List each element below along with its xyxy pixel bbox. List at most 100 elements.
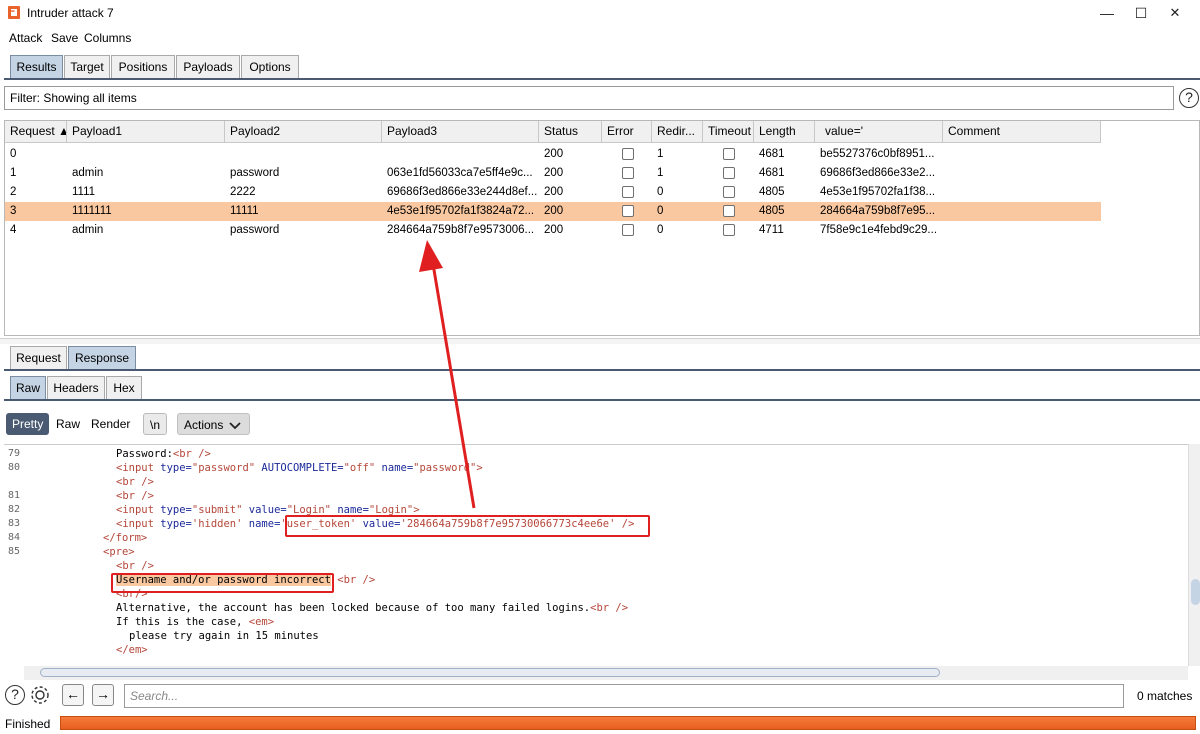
code-line: </em> (116, 644, 148, 656)
response-editor[interactable]: 79 80 81 82 83 84 85 Password:<br /> <in… (4, 444, 1188, 666)
cell-payload2: password (230, 167, 280, 179)
code-line: <br /> (116, 560, 154, 572)
previous-match-button[interactable]: ← (62, 684, 84, 706)
tab-raw[interactable]: Raw (10, 376, 46, 400)
cell-payload2 (225, 145, 230, 164)
cell-request: 2 (10, 186, 17, 198)
render-button[interactable]: Render (85, 413, 136, 435)
cell-status: 200 (544, 148, 564, 160)
actions-dropdown[interactable]: Actions (177, 413, 250, 435)
burp-logo-icon (8, 6, 20, 19)
table-row[interactable]: 0 200 1 4681 be5527376c0bf8951... (5, 145, 1101, 164)
close-button[interactable]: ✕ (1152, 0, 1198, 26)
column-header-redirects[interactable]: Redir... (652, 121, 703, 143)
cell-status: 200 (544, 205, 564, 217)
timeout-checkbox[interactable] (723, 224, 735, 236)
cell-payload3: 69686f3ed866e33e244d8ef... (387, 186, 538, 198)
timeout-checkbox[interactable] (723, 205, 735, 217)
tab-hex[interactable]: Hex (106, 376, 142, 400)
filter-bar[interactable]: Filter: Showing all items (4, 86, 1174, 110)
cell-length: 4805 (759, 186, 785, 198)
column-header-status[interactable]: Status (539, 121, 602, 143)
tab-options[interactable]: Options (241, 55, 299, 79)
column-header-comment[interactable]: Comment (943, 121, 1101, 143)
tab-request[interactable]: Request (10, 346, 67, 370)
cell-status: 200 (544, 224, 564, 236)
status-text: Finished (5, 717, 51, 731)
tab-target[interactable]: Target (64, 55, 110, 79)
line-number: 80 (8, 462, 21, 473)
gear-icon[interactable] (29, 684, 51, 706)
cell-payload1 (67, 145, 72, 164)
actions-label: Actions (184, 418, 224, 432)
tab-results[interactable]: Results (10, 55, 63, 79)
cell-payload2: 11111 (230, 205, 259, 217)
line-number: 84 (8, 532, 21, 543)
menu-save[interactable]: Save (51, 31, 78, 45)
code-line: </form> (103, 532, 148, 544)
menu-columns[interactable]: Columns (84, 31, 131, 45)
code-line: <br /> (116, 490, 154, 502)
error-checkbox[interactable] (622, 167, 634, 179)
scroll-thumb[interactable] (1191, 579, 1200, 605)
tab-headers[interactable]: Headers (47, 376, 105, 400)
progress-bar (60, 716, 1196, 730)
help-icon[interactable]: ? (1179, 88, 1199, 108)
error-checkbox[interactable] (622, 148, 634, 160)
cell-length: 4805 (759, 205, 785, 217)
tab-underline (4, 78, 1200, 80)
cell-length: 4711 (759, 224, 784, 236)
menu-attack[interactable]: Attack (9, 31, 42, 45)
results-table: Request ▲ Payload1 Payload2 Payload3 Sta… (4, 120, 1200, 336)
vertical-scrollbar[interactable] (1188, 444, 1200, 666)
error-checkbox[interactable] (622, 224, 634, 236)
scroll-thumb[interactable] (40, 668, 940, 677)
cell-payload3: 4e53e1f95702fa1f3824a72... (387, 205, 535, 217)
timeout-checkbox[interactable] (723, 148, 735, 160)
cell-redirects: 1 (657, 148, 664, 160)
cell-payload1: admin (72, 224, 104, 236)
raw-button[interactable]: Raw (50, 413, 86, 435)
line-number: 83 (8, 518, 21, 529)
table-row[interactable]: 1 admin password 063e1fd56033ca7e5ff4e9c… (5, 164, 1101, 183)
tab-payloads[interactable]: Payloads (176, 55, 240, 79)
column-header-length[interactable]: Length (754, 121, 815, 143)
chevron-down-icon (229, 422, 241, 430)
cell-value: be5527376c0bf8951... (820, 148, 935, 160)
horizontal-scrollbar[interactable] (24, 666, 1188, 680)
column-header-request[interactable]: Request ▲ (5, 121, 67, 143)
tab-response[interactable]: Response (68, 346, 136, 370)
code-line: If this is the case, <em> (116, 616, 275, 628)
code-line: please try again in 15 minutes (129, 630, 319, 642)
column-header-payload2[interactable]: Payload2 (225, 121, 382, 143)
cell-redirects: 1 (657, 167, 664, 179)
window-title: Intruder attack 7 (27, 6, 114, 20)
column-header-payload1[interactable]: Payload1 (67, 121, 225, 143)
timeout-checkbox[interactable] (723, 167, 735, 179)
newline-toggle-button[interactable]: \n (143, 413, 168, 435)
search-input[interactable]: Search... (124, 684, 1124, 708)
pane-splitter[interactable] (0, 338, 1200, 344)
column-header-payload3[interactable]: Payload3 (382, 121, 539, 143)
tab-underline (4, 369, 1200, 371)
cell-request: 4 (10, 224, 17, 236)
table-row[interactable]: 4 admin password 284664a759b8f7e9573006.… (5, 221, 1101, 240)
column-header-timeout[interactable]: Timeout (703, 121, 754, 143)
code-line: <input type="password" AUTOCOMPLETE="off… (116, 462, 483, 474)
table-row-selected[interactable]: 3 1111111 11111 4e53e1f95702fa1f3824a72.… (5, 202, 1101, 221)
help-icon[interactable]: ? (5, 685, 25, 705)
timeout-checkbox[interactable] (723, 186, 735, 198)
table-row[interactable]: 2 1111 2222 69686f3ed866e33e244d8ef... 2… (5, 183, 1101, 202)
error-checkbox[interactable] (622, 205, 634, 217)
next-match-button[interactable]: → (92, 684, 114, 706)
error-message-annotation-box (111, 573, 334, 593)
cell-request: 3 (10, 205, 17, 217)
error-checkbox[interactable] (622, 186, 634, 198)
column-header-error[interactable]: Error (602, 121, 652, 143)
pretty-button[interactable]: Pretty (6, 413, 50, 435)
tab-positions[interactable]: Positions (111, 55, 175, 79)
column-header-value[interactable]: value=' (815, 121, 943, 143)
line-number: 85 (8, 546, 21, 557)
code-line: <br /> (116, 476, 154, 488)
code-line: Password:<br /> (116, 448, 211, 460)
